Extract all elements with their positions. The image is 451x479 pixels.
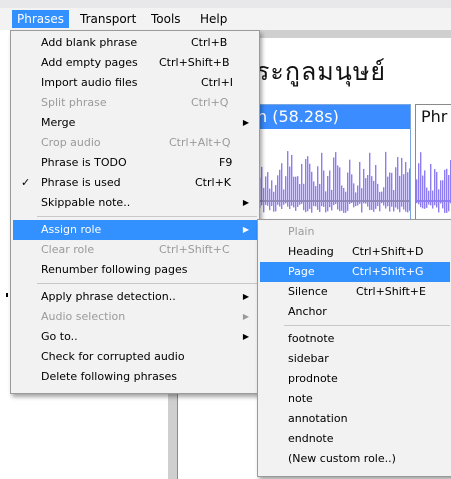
menu-item-label: Page: [288, 265, 315, 278]
assign-role-submenu: Plain Heading Ctrl+Shift+D Page Ctrl+Shi…: [257, 219, 451, 477]
menu-item-label: Assign role: [41, 223, 102, 236]
shortcut-text: Ctrl+Shift+G: [352, 265, 424, 278]
chevron-right-icon: ▶: [242, 198, 249, 207]
menu-item-label: Phrase is TODO: [41, 156, 127, 169]
menu-item-label: Apply phrase detection..: [41, 290, 176, 303]
chevron-right-icon: ▶: [242, 225, 249, 234]
waveform: [253, 151, 410, 213]
menu-transport[interactable]: Transport: [75, 10, 141, 28]
menu-help[interactable]: Help: [195, 10, 232, 28]
role-item-anchor[interactable]: Anchor: [260, 302, 450, 322]
menu-item-label: Clear role: [41, 243, 95, 256]
phrase-header: n (58.28s): [253, 105, 410, 129]
menu-item-apply-phrase-detection[interactable]: Apply phrase detection.. ▶: [13, 287, 257, 307]
shortcut-text: Ctrl+Shift+D: [352, 245, 424, 258]
menu-item-label: endnote: [288, 432, 334, 445]
menu-item-label: Plain: [288, 225, 315, 238]
menu-item-label: Import audio files: [41, 76, 138, 89]
menu-item-add-blank-phrase[interactable]: Add blank phrase Ctrl+B: [13, 33, 257, 53]
phrase-header: Phr: [421, 107, 448, 126]
menu-item-label: Merge: [41, 116, 76, 129]
menu-item-split-phrase[interactable]: Split phrase Ctrl+Q: [13, 93, 257, 113]
shortcut-text: Ctrl+K: [195, 176, 232, 189]
shortcut-text: Ctrl+I: [201, 76, 234, 89]
menu-item-label: Go to..: [41, 330, 78, 343]
role-item-heading[interactable]: Heading Ctrl+Shift+D: [260, 242, 450, 262]
menu-item-label: Renumber following pages: [41, 263, 188, 276]
menu-item-skippable-note[interactable]: Skippable note.. ▶: [13, 193, 257, 213]
menu-item-check-corrupted-audio[interactable]: Check for corrupted audio: [13, 347, 257, 367]
shortcut-text: Ctrl+Shift+B: [159, 56, 230, 69]
section-heading: ระกูลมนุษย์: [256, 57, 387, 86]
shortcut-text: Ctrl+Shift+C: [159, 243, 230, 256]
waveform: [416, 152, 451, 213]
menu-item-label: Add empty pages: [41, 56, 138, 69]
menu-bar: Phrases Transport Tools Help: [0, 8, 451, 30]
menu-item-label: Phrase is used: [41, 176, 121, 189]
menu-item-label: Split phrase: [41, 96, 107, 109]
chevron-right-icon: ▶: [242, 332, 249, 341]
menu-item-label: prodnote: [288, 372, 338, 385]
role-item-silence[interactable]: Silence Ctrl+Shift+E: [260, 282, 450, 302]
menu-item-merge[interactable]: Merge ▶: [13, 113, 257, 133]
menu-item-clear-role[interactable]: Clear role Ctrl+Shift+C: [13, 240, 257, 260]
shortcut-text: Ctrl+Alt+Q: [169, 136, 231, 149]
menu-item-label: Skippable note..: [41, 196, 131, 209]
role-item-endnote[interactable]: endnote: [260, 429, 450, 449]
chevron-right-icon: ▶: [242, 292, 249, 301]
menu-phrases[interactable]: Phrases: [12, 10, 70, 28]
menu-item-phrase-is-todo[interactable]: Phrase is TODO F9: [13, 153, 257, 173]
menu-item-label: footnote: [288, 332, 335, 345]
phrases-menu: Add blank phrase Ctrl+B Add empty pages …: [10, 30, 260, 394]
menu-separator: [37, 283, 257, 284]
menu-item-label: Delete following phrases: [41, 370, 178, 383]
menu-item-label: (New custom role..): [288, 452, 396, 465]
menu-item-label: Add blank phrase: [41, 36, 138, 49]
shortcut-text: Ctrl+Q: [191, 96, 229, 109]
role-item-sidebar[interactable]: sidebar: [260, 349, 450, 369]
menu-item-label: annotation: [288, 412, 348, 425]
menu-item-assign-role[interactable]: Assign role ▶: [13, 220, 257, 240]
shortcut-text: Ctrl+B: [191, 36, 228, 49]
role-item-annotation[interactable]: annotation: [260, 409, 450, 429]
menu-separator: [284, 325, 450, 326]
role-item-note[interactable]: note: [260, 389, 450, 409]
shortcut-text: Ctrl+Shift+E: [356, 285, 426, 298]
check-icon: ✓: [21, 176, 31, 189]
menu-item-go-to[interactable]: Go to.. ▶: [13, 327, 257, 347]
role-item-plain[interactable]: Plain: [260, 222, 450, 242]
menu-item-add-empty-pages[interactable]: Add empty pages Ctrl+Shift+B: [13, 53, 257, 73]
menu-item-label: Heading: [288, 245, 334, 258]
menu-tools[interactable]: Tools: [146, 10, 186, 28]
phrase-block-selected[interactable]: n (58.28s): [252, 104, 411, 236]
phrase-block[interactable]: Phr: [415, 104, 451, 236]
role-item-prodnote[interactable]: prodnote: [260, 369, 450, 389]
menu-item-label: Anchor: [288, 305, 327, 318]
menu-item-label: Check for corrupted audio: [41, 350, 185, 363]
chevron-right-icon: ▶: [242, 118, 249, 127]
chevron-right-icon: ▶: [242, 312, 249, 321]
role-item-new-custom-role[interactable]: (New custom role..): [260, 449, 450, 469]
menu-separator: [37, 216, 257, 217]
menu-item-label: note: [288, 392, 313, 405]
menu-item-import-audio-files[interactable]: Import audio files Ctrl+I: [13, 73, 257, 93]
menu-item-label: Crop audio: [41, 136, 101, 149]
menu-item-crop-audio[interactable]: Crop audio Ctrl+Alt+Q: [13, 133, 257, 153]
role-item-page[interactable]: Page Ctrl+Shift+G: [260, 262, 450, 282]
menu-item-delete-following-phrases[interactable]: Delete following phrases: [13, 367, 257, 387]
menu-item-label: Audio selection: [41, 310, 126, 323]
menu-item-phrase-is-used[interactable]: ✓ Phrase is used Ctrl+K: [13, 173, 257, 193]
role-item-footnote[interactable]: footnote: [260, 329, 450, 349]
cursor-mark: [6, 293, 8, 297]
menu-item-audio-selection[interactable]: Audio selection ▶: [13, 307, 257, 327]
menu-item-label: sidebar: [288, 352, 329, 365]
shortcut-text: F9: [219, 156, 233, 169]
title-strip: [0, 0, 451, 8]
menu-item-renumber-following-pages[interactable]: Renumber following pages: [13, 260, 257, 280]
menu-item-label: Silence: [288, 285, 328, 298]
